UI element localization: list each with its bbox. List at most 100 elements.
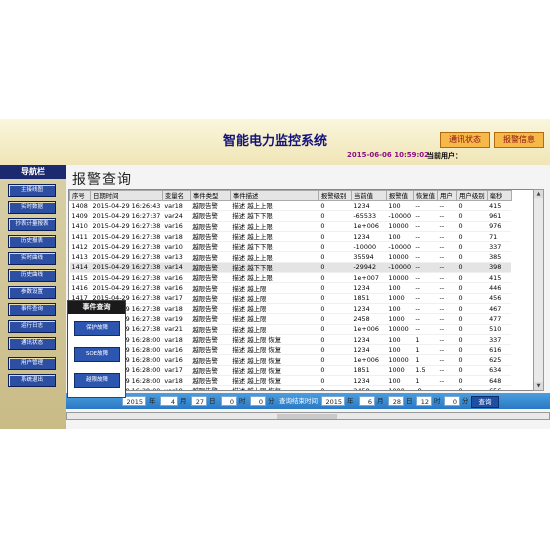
table-cell: 100	[386, 303, 414, 315]
table-cell: 625	[487, 354, 512, 366]
col-header[interactable]: 当前值	[350, 190, 387, 201]
col-header[interactable]: 报警值	[385, 190, 414, 201]
table-cell: 1234	[351, 375, 387, 387]
col-header[interactable]: 用户	[437, 190, 458, 201]
table-row[interactable]: 1416 2015-04-29 16:27:38 var16 越限告警 描述 越上限 0 1…	[69, 282, 512, 294]
popup-title: 事件查询	[68, 301, 125, 314]
nav-history-report[interactable]: 历史报表	[8, 235, 56, 248]
nav-meter-report[interactable]: 抄表计量报表	[8, 218, 56, 231]
table-cell: 越限告警	[190, 385, 231, 390]
start-minute-input[interactable]: 0	[250, 396, 266, 406]
table-cell: 456	[487, 293, 512, 304]
alarm-info-button[interactable]: 报警信息	[494, 132, 544, 148]
end-year-input[interactable]: 2015	[321, 396, 345, 406]
query-button[interactable]: 查询	[471, 396, 499, 408]
col-header[interactable]: 毫秒	[486, 190, 512, 201]
table-cell: 1410	[69, 221, 91, 232]
table-row[interactable]: 14192015-04-29 16:27:38var19越限告警描述 越上限02…	[69, 313, 512, 325]
table-cell: --	[413, 231, 438, 243]
nav-realtime-curve[interactable]: 实时曲线	[8, 252, 56, 265]
table-cell: 描述 越上限 恢复	[230, 385, 319, 390]
table-cell: 1	[413, 334, 438, 346]
page-title: 报警查询	[72, 172, 132, 188]
horizontal-scrollbar[interactable]	[66, 412, 550, 420]
table-cell: var24	[162, 210, 191, 222]
table-cell: 1.5	[413, 365, 438, 377]
col-header[interactable]: 事件类型	[189, 190, 231, 201]
table-row[interactable]: 1411 2015-04-29 16:27:38 var18 越限告警 描述 越上上限 0…	[69, 231, 512, 243]
scrollbar-thumb[interactable]	[277, 414, 337, 419]
end-month-input[interactable]: 6	[359, 396, 375, 406]
scroll-down-icon[interactable]: ▼	[534, 382, 543, 390]
table-cell: --	[437, 303, 457, 315]
table-row[interactable]: 1414 2015-04-29 16:27:38 var14 越限告警 描述 越下下限 0…	[69, 262, 512, 274]
nav-event-query[interactable]: 事件查询	[8, 303, 56, 316]
table-cell: 0	[456, 375, 488, 387]
table-cell: var19	[162, 385, 191, 390]
table-cell: --	[437, 385, 457, 390]
end-minute-input[interactable]: 0	[444, 396, 460, 406]
scroll-up-icon[interactable]: ▲	[534, 190, 543, 198]
start-month-input[interactable]: 4	[160, 396, 178, 406]
end-minute-label: 分	[462, 397, 469, 405]
table-row[interactable]: 14222015-04-29 16:28:00var16越限告警描述 越上限 恢…	[69, 344, 512, 356]
table-row[interactable]: 14252015-04-29 16:28:00var18越限告警描述 越上限 恢…	[69, 375, 512, 387]
nav-main-wiring[interactable]: 主接线图	[8, 184, 56, 197]
table-row[interactable]: 1413 2015-04-29 16:27:38 var13 越限告警 描述 越上上限 0…	[69, 251, 512, 263]
table-row[interactable]: 14182015-04-29 16:27:38var18越限告警描述 越上限01…	[69, 303, 512, 315]
end-day-input[interactable]: 28	[388, 396, 404, 406]
col-header[interactable]: 日期时间	[90, 190, 163, 201]
table-row[interactable]: 1408 2015-04-29 16:26:43 var18 越限告警 描述 越上上限 0…	[69, 200, 512, 212]
col-header[interactable]: 恢复值	[412, 190, 439, 201]
soe-fault-button[interactable]: SOE故障	[74, 347, 120, 362]
table-cell: var16	[162, 272, 191, 284]
table-cell: 0	[456, 221, 488, 232]
protection-fault-button[interactable]: 保护故障	[74, 321, 120, 336]
table-row[interactable]: 1417 2015-04-29 16:27:38 var17 越限告警 描述 越上限 0 1…	[69, 293, 512, 304]
table-cell: 648	[487, 375, 512, 387]
table-cell: 1	[413, 375, 438, 387]
table-cell: 1408	[69, 200, 91, 212]
comm-status-button[interactable]: 通讯状态	[440, 132, 490, 148]
table-cell: 634	[487, 365, 512, 377]
table-cell: 1412	[69, 241, 91, 253]
table-row[interactable]: 1415 2015-04-29 16:27:38 var16 越限告警 描述 越上上限 0…	[69, 272, 512, 284]
nav-user-mgmt[interactable]: 用户管理	[8, 357, 56, 370]
table-row[interactable]: 14262015-04-29 16:28:00var19越限告警描述 越上限 恢…	[69, 385, 512, 390]
table-row[interactable]: 1409 2015-04-29 16:27:37 var24 越限告警 描述 越下下限 0…	[69, 210, 512, 222]
nav-param-settings[interactable]: 参数设置	[8, 286, 56, 299]
table-cell: --	[437, 375, 457, 387]
start-hour-input[interactable]: 0	[221, 396, 237, 406]
col-header[interactable]: 用户级别	[456, 190, 488, 201]
table-cell: 0	[456, 210, 488, 222]
table-cell: 2015-04-29 16:27:37	[90, 210, 163, 222]
nav-system-exit[interactable]: 系统退出	[8, 374, 56, 387]
table-cell: 100	[386, 282, 414, 294]
table-cell: 描述 越上上限	[230, 272, 319, 284]
start-day-input[interactable]: 27	[191, 396, 207, 406]
table-cell: 描述 越下下限	[230, 210, 319, 222]
table-row[interactable]: 14232015-04-29 16:28:00var16越限告警描述 越上限 恢…	[69, 354, 512, 366]
col-header[interactable]: 事件描述	[229, 190, 319, 201]
table-cell: 100	[386, 344, 414, 356]
table-row[interactable]: 1410 2015-04-29 16:27:38 var16 越限告警 描述 越上上限 0…	[69, 221, 512, 232]
table-cell: 0	[456, 282, 488, 294]
col-header[interactable]: 报警级别	[317, 190, 352, 201]
nav-history-curve[interactable]: 历史曲线	[8, 269, 56, 282]
table-row[interactable]: 14242015-04-29 16:28:00var17越限告警描述 越上限 恢…	[69, 365, 512, 377]
limit-fault-button[interactable]: 越限故障	[74, 373, 120, 388]
table-row[interactable]: 1412 2015-04-29 16:27:38 var10 越限告警 描述 越下下限 0…	[69, 241, 512, 253]
table-cell: 0	[318, 324, 352, 335]
table-row[interactable]: 14202015-04-29 16:27:38var21越限告警描述 越上限01…	[69, 324, 512, 335]
end-hour-input[interactable]: 12	[416, 396, 432, 406]
nav-realtime-data[interactable]: 实时数据	[8, 201, 56, 214]
table-vertical-scrollbar[interactable]: ▲ ▼	[533, 189, 544, 391]
nav-run-log[interactable]: 运行日志	[8, 320, 56, 333]
table-row[interactable]: 14212015-04-29 16:28:00var18越限告警描述 越上限 恢…	[69, 334, 512, 346]
col-header[interactable]: 变量名	[161, 190, 191, 201]
table-cell: 2015-04-29 16:27:38	[90, 241, 163, 253]
table-cell: 1416	[69, 282, 91, 294]
table-cell: --	[437, 282, 457, 294]
col-header[interactable]: 序号	[69, 190, 91, 201]
nav-comm-status[interactable]: 通讯状态	[8, 337, 56, 350]
